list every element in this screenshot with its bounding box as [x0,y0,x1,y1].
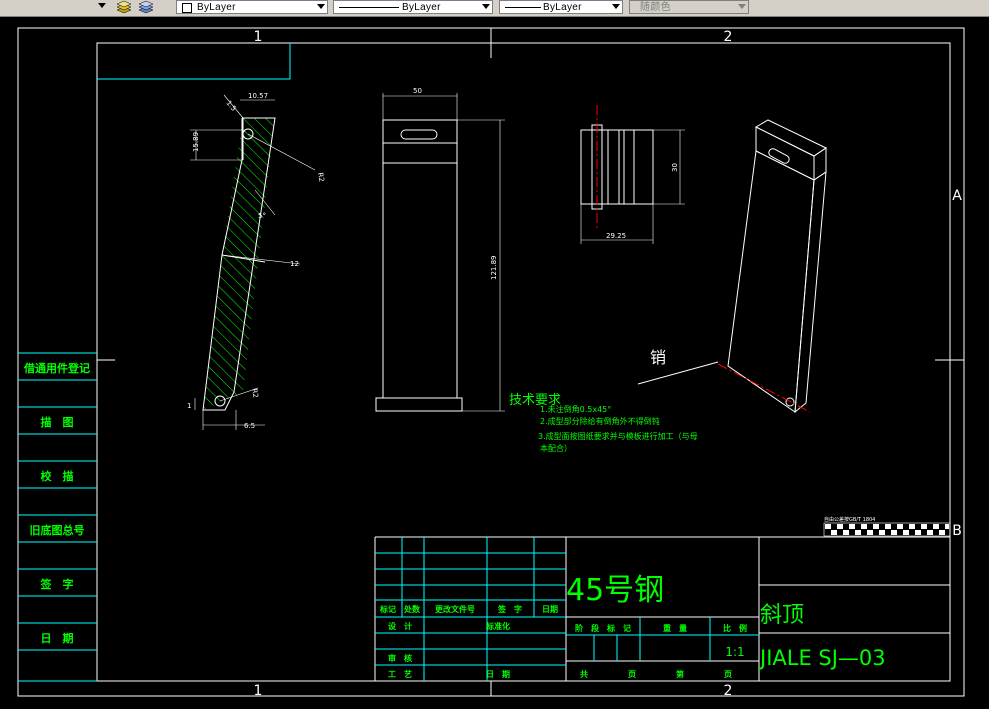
dim-1-5: 1.5 [224,99,237,113]
chevron-down-icon [612,4,620,9]
dropdown-arrow-icon[interactable] [98,3,106,8]
left-strip-label: 借通用件登记 [23,361,90,375]
plotstyle-control-value: 随颜色 [640,2,671,13]
left-strip-label: 旧底图总号 [30,523,85,537]
dim-6-5: 6.5 [244,422,255,430]
scale-bar-pattern [823,522,951,537]
dim-15-89: 15.89 [192,132,200,152]
tb-approve-date: 日 期 [486,669,510,679]
chevron-down-icon [482,4,490,9]
zone-bottom-2: 2 [724,683,733,699]
drawing-number: JIALE SJ—03 [758,646,886,670]
lineweight-control-value: ByLayer [543,2,582,13]
tb-header-sign: 签 字 [497,604,522,614]
tb-weight: 重 量 [663,623,687,633]
dim-r2-bottom: R2 [250,388,259,399]
revision-table [375,537,759,681]
pin-axis-line [717,363,811,413]
properties-toolbar: ByLayer ByLayer ByLayer 随颜色 [0,0,989,17]
linetype-control-value: ByLayer [402,2,441,13]
zone-right-a: A [952,188,962,204]
dim-50: 50 [413,87,422,95]
part-name: 斜顶 [760,603,804,628]
tech-req-item: 2.成型部分除给有倒角外不得倒钝 [540,416,660,426]
tb-check: 审 核 [388,653,412,663]
linetype-sample [339,7,399,8]
zone-bottom-1: 1 [254,683,263,699]
tb-no: 第 [676,669,684,679]
linetype-control-dropdown[interactable]: ByLayer [333,0,493,14]
dim-1: 1 [187,402,191,410]
color-control-value: ByLayer [197,2,236,13]
lineweight-sample [505,7,541,8]
layer-previous-icon[interactable] [138,0,154,14]
tech-req-item: 1.未注倒角0.5x45° [540,404,611,414]
lineweight-control-dropdown[interactable]: ByLayer [499,0,623,14]
front-view [375,93,505,412]
scale-value: 1:1 [725,645,744,659]
left-strip-label: 签 字 [40,577,74,591]
tech-req-item: 本配合） [540,443,572,453]
tb-header-mark: 标记 [379,604,396,614]
tolerance-stamp-text: 自由公差按GB/T 1804 [824,516,875,523]
zone-top-1: 1 [254,29,263,45]
dim-121-89: 121.89 [490,256,498,281]
tb-standard: 标准化 [485,621,510,631]
dim-29-25: 29.25 [606,232,626,240]
sheet-border [17,27,965,697]
tb-header-date: 日期 [542,604,558,614]
layer-states-icon[interactable] [116,0,132,14]
tb-page-2: 页 [724,670,732,679]
chevron-down-icon [738,4,746,9]
color-swatch-icon [182,3,192,13]
color-control-dropdown[interactable]: ByLayer [176,0,328,14]
left-strip-label: 校 描 [41,469,74,483]
tb-header-count: 处数 [403,604,421,614]
tb-stage-mark: 阶 段 标 记 [575,623,631,633]
dim-10-57: 10.57 [248,92,268,100]
tb-ratio: 比 例 [723,623,747,633]
plotstyle-control-dropdown[interactable]: 随颜色 [629,0,749,14]
zone-top-2: 2 [724,29,733,45]
material-label: 45号钢 [566,573,664,608]
tb-design: 设 计 [388,621,412,631]
tech-req-item: 3.成型面按图纸要求并与模板进行加工（与母 [538,431,698,441]
tb-header-changedoc: 更改文件号 [435,604,475,614]
left-strip-label: 日 期 [41,631,74,645]
tb-page: 页 [628,670,636,679]
dim-5deg: 5° [258,212,266,220]
tb-process: 工 艺 [388,669,412,679]
dim-r2-top: R2 [316,172,325,183]
isometric-view [727,119,828,414]
dim-12: 12 [290,260,299,268]
drawing-canvas[interactable]: 1 2 1 2 A B 借通用件登记 描 图 校 描 旧底图总号 签 字 日 期 [0,16,989,705]
chevron-down-icon [317,4,325,9]
pin-label: 销 [650,348,666,367]
dim-30: 30 [671,163,679,172]
left-strip-label: 描 图 [41,415,74,429]
tb-total: 共 [580,669,588,679]
zone-right-b: B [952,523,962,539]
top-left-code-box [97,43,291,80]
